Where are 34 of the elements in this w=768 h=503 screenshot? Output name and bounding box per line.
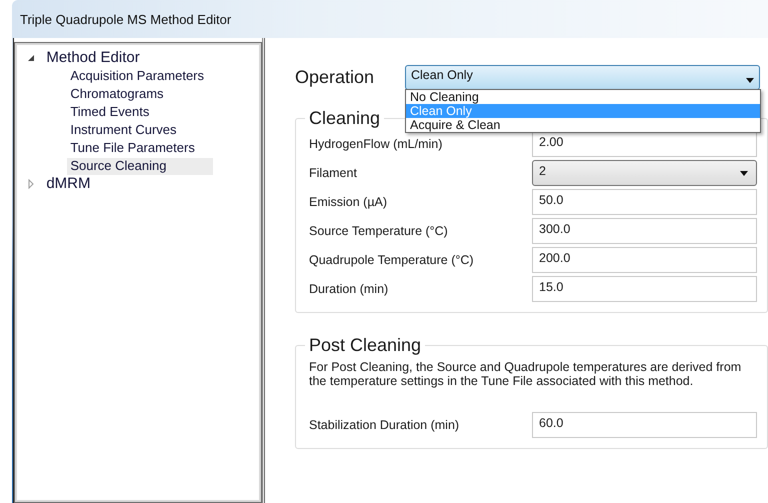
input-field[interactable]: 200.0 (532, 247, 757, 273)
field-label: Duration (min) (309, 282, 390, 296)
window-title: Triple Quadrupole MS Method Editor (12, 0, 768, 38)
tree-item[interactable]: dMRM (46, 174, 90, 194)
caret-icon (740, 170, 748, 176)
field-label: Source Temperature (°C) (309, 224, 449, 238)
tree-item[interactable]: Timed Events (67, 104, 152, 120)
dropdown[interactable]: 2 (532, 160, 757, 186)
tree-item[interactable]: Chromatograms (67, 86, 167, 102)
input-field[interactable]: 300.0 (532, 218, 757, 244)
field-label: Quadrupole Temperature (°C) (309, 253, 475, 267)
tree-item[interactable]: Tune File Parameters (67, 140, 198, 156)
dropdown-option[interactable]: No Cleaning (406, 90, 760, 104)
expand-icon[interactable] (26, 179, 36, 189)
field-label: Emission (µA) (309, 195, 388, 209)
field-label: Stabilization Duration (min) (309, 418, 460, 432)
group-title: Cleaning (308, 108, 382, 129)
group-title: Post Cleaning (308, 335, 422, 356)
tree-item[interactable]: Acquisition Parameters (67, 68, 207, 84)
collapse-icon[interactable] (26, 53, 36, 63)
note-text: For Post Cleaning, the Source and Quadrupole temperatures are derived from the temperature settings in the Tune File associated with this method. (309, 360, 742, 388)
caret-icon (746, 78, 754, 82)
dropdown-option[interactable]: Acquire & Clean (406, 118, 760, 132)
tree-item[interactable]: Instrument Curves (67, 122, 180, 138)
operation-label: Operation (295, 66, 376, 88)
operation-dropdown[interactable]: Clean Only (405, 64, 760, 90)
input-field[interactable]: 60.0 (532, 412, 757, 438)
input-field[interactable]: 50.0 (532, 189, 757, 215)
field-label: HydrogenFlow (mL/min) (309, 137, 444, 151)
field-label: Filament (309, 166, 358, 180)
tree-item[interactable]: Method Editor (46, 48, 140, 68)
input-field[interactable]: 15.0 (532, 276, 757, 302)
tree-item[interactable]: Source Cleaning (67, 158, 214, 174)
input-field[interactable]: 2.00 (532, 131, 757, 157)
